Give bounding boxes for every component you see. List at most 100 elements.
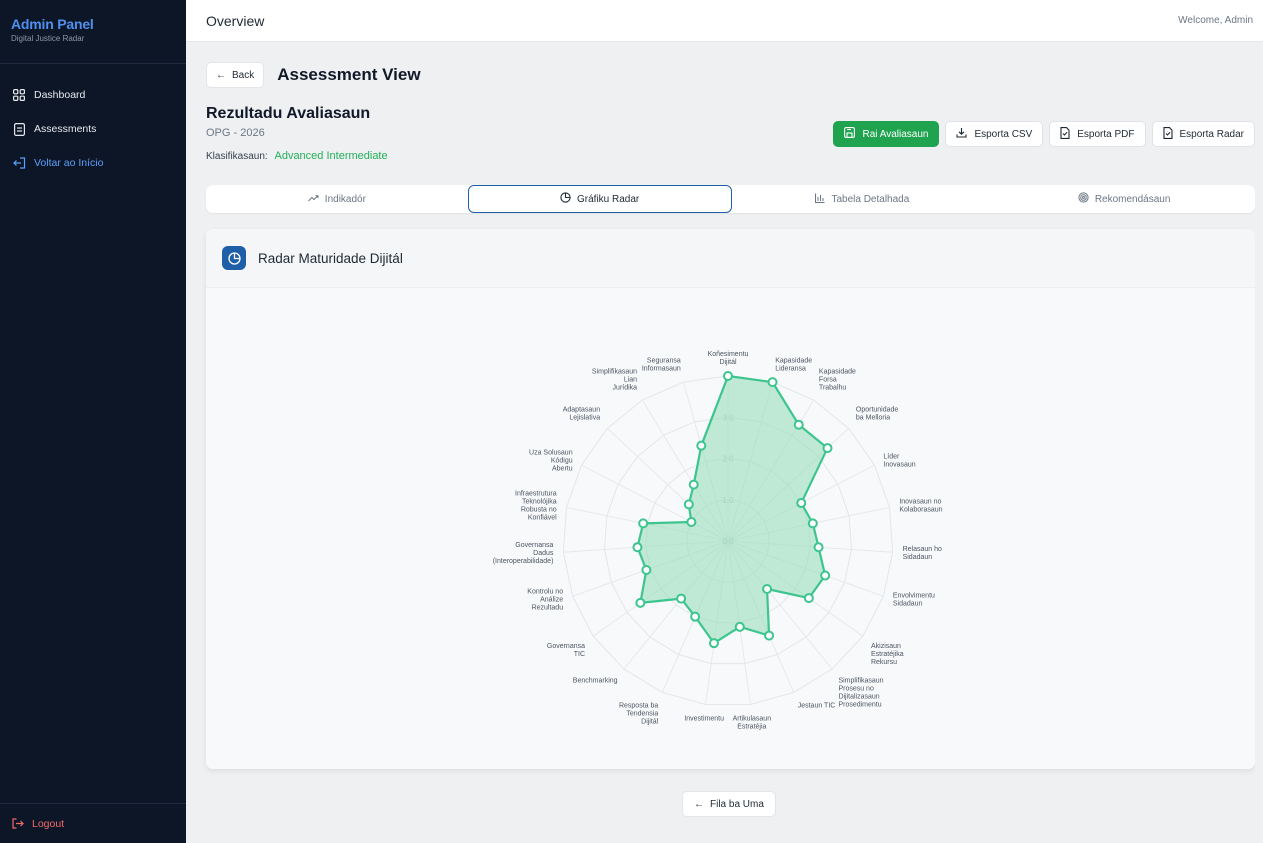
tab-label: Indikadór	[324, 193, 366, 205]
radar-category-label: Simplifikasaun Lian Jurídika	[592, 368, 637, 391]
radar-category-label: Jestaun TIC	[798, 703, 836, 710]
tab-label: Tabela Detalhada	[831, 193, 910, 205]
bar-chart-icon	[815, 193, 825, 206]
tab-indikador[interactable]: Indikadór	[206, 185, 468, 213]
welcome-text: Welcome, Admin	[1178, 15, 1253, 26]
radar-series-area	[636, 374, 829, 645]
topbar-title: Overview	[206, 12, 265, 29]
action-buttons: Rai Avaliasaun Esporta CSV Esporta PDF E…	[833, 121, 1255, 147]
brand-subtitle: Digital Justice Radar	[11, 34, 85, 43]
tab-rekomendasaun[interactable]: Rekomendásaun	[993, 185, 1255, 213]
radar-data-point	[635, 597, 646, 608]
export-radar-button[interactable]: Esporta Radar	[1151, 121, 1255, 147]
tab-label: Gráfiku Radar	[577, 193, 640, 205]
classification-value: Advanced Intermediate	[274, 150, 388, 162]
file-icon	[1162, 126, 1173, 142]
radar-data-point	[807, 518, 818, 529]
radar-data-point	[822, 443, 833, 454]
radar-category-label: Infraestrutura Teknolójika Robusta no Konfi…	[515, 490, 557, 521]
radar-category-label: Uza Solusaun Kódigu Abertu	[529, 449, 573, 472]
arrow-left-icon: ←	[216, 69, 226, 81]
radar-category-label: Oportunidade ba Melloria	[856, 407, 899, 422]
radar-data-point	[734, 621, 745, 632]
save-icon	[844, 127, 856, 141]
brand-title: Admin Panel	[11, 16, 94, 32]
sidebar-item-label: Dashboard	[34, 89, 86, 101]
pie-chart-icon	[222, 246, 246, 270]
radar-data-point	[803, 593, 814, 604]
logout-label: Logout	[32, 817, 65, 830]
radar-category-label: Líder Inovasaun	[883, 453, 915, 468]
radar-category-label: Governansa Dadus (Interoperabilidade)	[493, 542, 554, 565]
back-door-icon	[12, 156, 26, 170]
logout-button[interactable]: Logout	[12, 818, 64, 830]
sidebar-nav: Dashboard Assessments Voltar ao Início	[0, 64, 186, 180]
radar-data-point	[813, 542, 824, 553]
document-icon	[12, 122, 26, 136]
radar-category-label: Investimentu	[684, 715, 724, 722]
radar-data-point	[764, 630, 775, 641]
sidebar-footer: Logout	[0, 803, 186, 843]
radar-category-label: Kapasidade Forsa Trabalhu	[819, 368, 856, 391]
export-pdf-button[interactable]: Esporta PDF	[1049, 121, 1146, 147]
radar-category-label: Simplifikasaun Prosesu no Dijitalizasaun Pr…	[838, 678, 883, 709]
radar-data-point	[683, 499, 694, 510]
radar-data-point	[767, 377, 778, 388]
radar-data-point	[696, 440, 707, 451]
sidebar-item-voltar[interactable]: Voltar ao Início	[0, 146, 186, 180]
main-content: ← Back Assessment View Rezultadu Avalias…	[186, 42, 1263, 843]
radar-category-label: Envolvimentu Sidadaun	[893, 593, 935, 608]
download-icon	[956, 127, 968, 141]
radar-data-point	[762, 583, 773, 594]
radar-data-point	[676, 593, 687, 604]
export-csv-label: Esporta CSV	[974, 128, 1033, 140]
tab-bar: Indikadór Gráfiku Radar Tabela Detalhada…	[206, 185, 1255, 213]
radar-data-point	[820, 570, 831, 581]
radar-category-label: Kontrolu no Análize Rezultadu	[527, 589, 563, 612]
radar-category-label: Governansa TIC	[547, 643, 585, 658]
sidebar: Admin Panel Digital Justice Radar Dashbo…	[0, 0, 186, 843]
sidebar-item-assessments[interactable]: Assessments	[0, 112, 186, 146]
save-button[interactable]: Rai Avaliasaun	[833, 121, 940, 147]
target-icon	[1078, 192, 1089, 206]
arrow-left-icon: ←	[694, 798, 704, 810]
radar-category-label: Relasaun ho Sidadaun	[903, 546, 942, 561]
classification: Klasifikasaun: Advanced Intermediate	[206, 150, 388, 162]
result-title: Rezultadu Avaliasaun	[206, 105, 371, 122]
radar-data-point	[641, 565, 652, 576]
tab-tabela-detalhada[interactable]: Tabela Detalhada	[732, 185, 994, 213]
sidebar-item-label: Assessments	[34, 123, 97, 135]
back-label: Back	[232, 69, 255, 81]
logout-icon	[12, 818, 24, 829]
fila-ba-uma-button[interactable]: ← Fila ba Uma	[682, 791, 776, 817]
pie-icon	[560, 192, 571, 206]
card-title: Radar Maturidade Dijitál	[258, 250, 403, 266]
save-label: Rai Avaliasaun	[862, 128, 929, 140]
export-radar-label: Esporta Radar	[1179, 128, 1244, 140]
tab-grafiku-radar[interactable]: Gráfiku Radar	[467, 185, 732, 213]
brand: Admin Panel Digital Justice Radar	[0, 0, 186, 64]
file-icon	[1060, 126, 1070, 142]
fila-ba-uma-label: Fila ba Uma	[710, 798, 764, 810]
trend-icon	[307, 194, 319, 205]
header-row: ← Back Assessment View	[206, 62, 421, 88]
page-title: Assessment View	[277, 65, 421, 84]
radar-data-point	[723, 371, 733, 381]
scrollbar[interactable]	[1255, 42, 1263, 843]
grid-icon	[12, 88, 26, 102]
card-header: Radar Maturidade Dijitál	[206, 229, 1255, 288]
radar-data-point	[686, 517, 697, 528]
sidebar-item-dashboard[interactable]: Dashboard	[0, 78, 186, 112]
radar-category-label: Koñesimentu Dijitál	[708, 351, 749, 366]
radar-category-label: Benchmarking	[573, 678, 618, 685]
export-csv-button[interactable]: Esporta CSV	[945, 121, 1044, 147]
classification-label: Klasifikasaun:	[206, 151, 268, 162]
back-button[interactable]: ← Back	[206, 62, 265, 88]
result-subtitle: OPG - 2026	[206, 127, 265, 139]
radar-category-label: Akizisaun Estratéjika Rekursu	[871, 643, 904, 666]
radar-category-label: Seguransa Informasaun	[642, 357, 681, 372]
radar-category-label: Resposta ba Tendensia Dijitál	[619, 703, 659, 726]
radar-category-label: Artikulasaun Estratéjia	[733, 715, 772, 730]
radar-category-label: Adaptasaun Lejislativa	[563, 407, 600, 422]
radar-data-point	[708, 638, 719, 649]
